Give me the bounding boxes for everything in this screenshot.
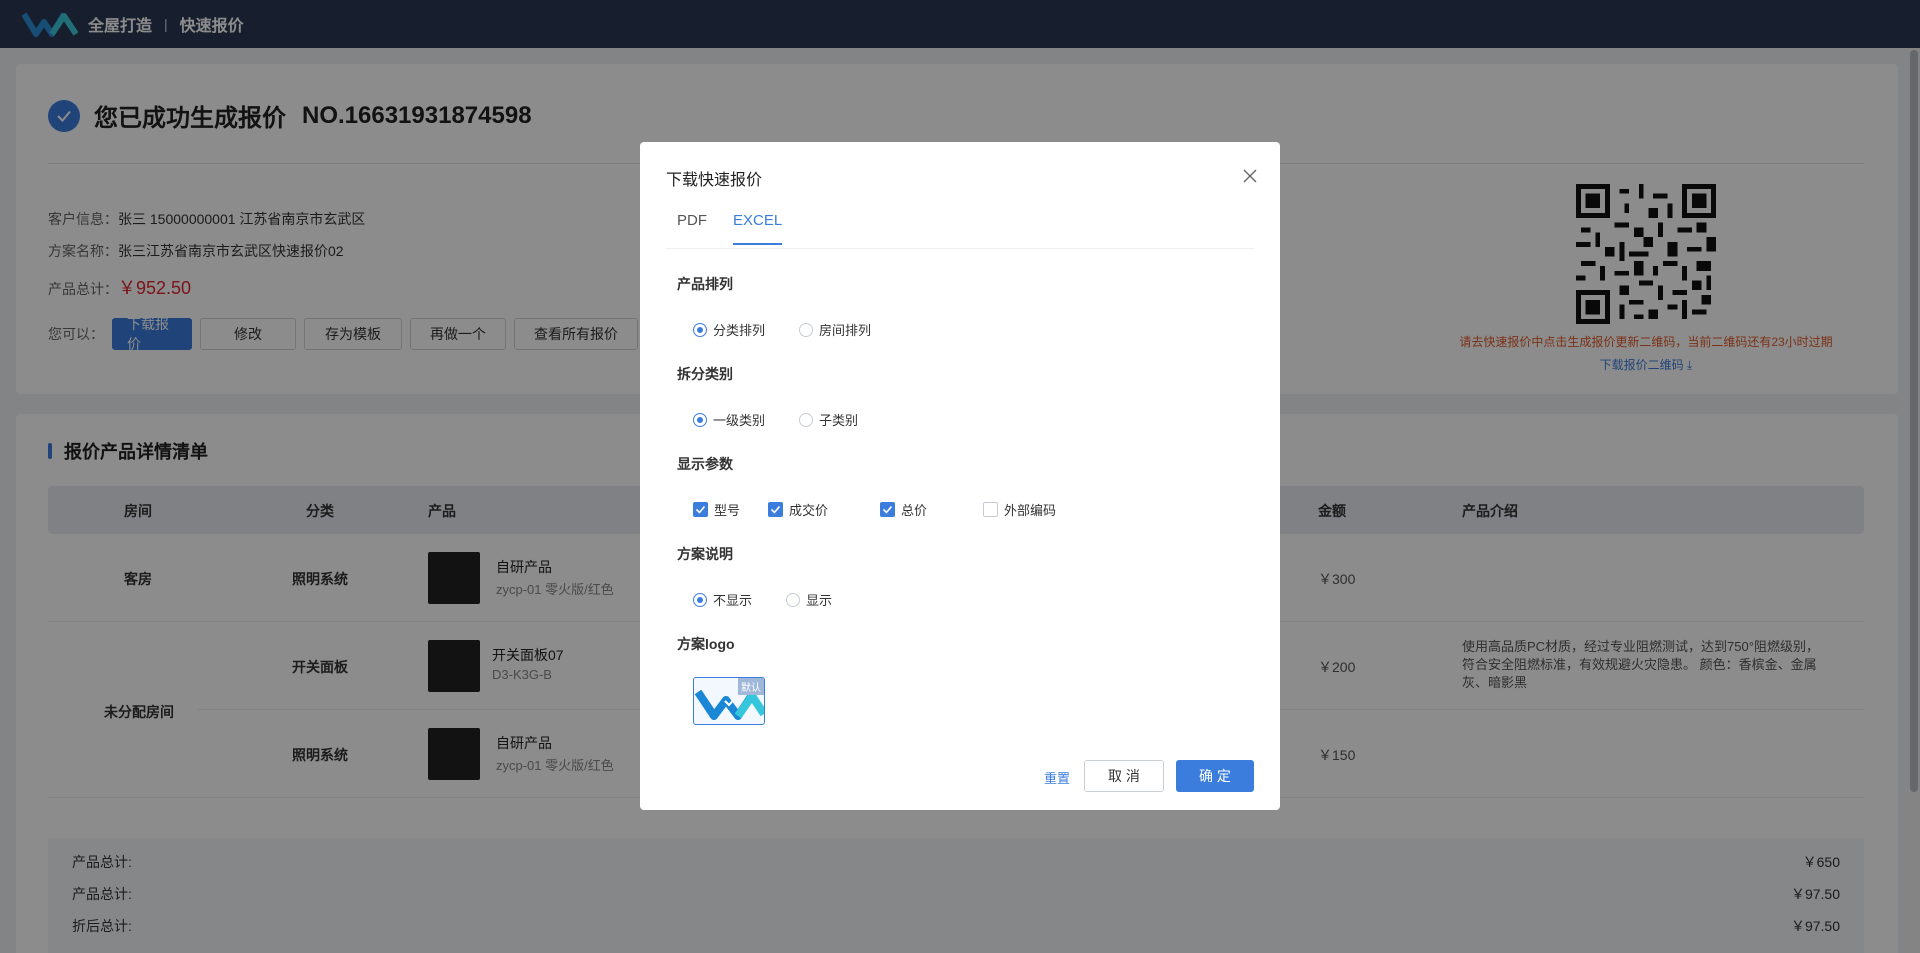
option-label: 房间排列 [819,323,872,338]
tab-pdf[interactable]: PDF [677,212,707,245]
checkbox-box[interactable] [983,502,999,517]
tab-excel[interactable]: EXCEL [733,212,783,245]
checkbox-model[interactable]: 型号 [693,500,740,519]
checkbox-total-price[interactable]: 总价 [880,500,927,519]
radio-desc-show[interactable]: 显示 [786,590,832,609]
split-options: 一级类别 子类别 [693,410,892,429]
radio-desc-hide[interactable]: 不显示 [693,590,752,609]
download-quote-dialog: 下载快速报价 PDF EXCEL 产品排列 分类排列 房间排列 拆分类别 一级类… [640,142,1280,810]
option-label: 成交价 [789,503,829,518]
desc-group-label: 方案说明 [677,546,733,562]
logo-option-default[interactable]: 默认 [693,677,765,725]
check-icon [695,505,706,514]
checkbox-external-code[interactable]: 外部编码 [983,500,1056,519]
radio-dot[interactable] [799,412,814,427]
option-label: 型号 [714,503,741,518]
dialog-title: 下载快速报价 [666,172,763,189]
option-label: 子类别 [819,413,859,428]
params-options: 型号 成交价 总价 外部编码 [693,500,1090,519]
default-badge: 默认 [738,678,764,695]
option-label: 总价 [901,503,928,518]
option-label: 不显示 [713,593,753,608]
option-label: 一级类别 [713,413,766,428]
check-icon [882,505,893,514]
option-label: 分类排列 [713,323,766,338]
logo-group-label: 方案logo [677,636,735,652]
checkbox-box[interactable] [880,502,896,517]
radio-split-level1[interactable]: 一级类别 [693,410,765,429]
sort-options: 分类排列 房间排列 [693,320,905,339]
option-label: 外部编码 [1004,503,1057,518]
check-icon [770,505,781,514]
split-group-label: 拆分类别 [677,366,733,382]
reset-link[interactable]: 重置 [1044,768,1070,787]
radio-dot[interactable] [693,412,707,427]
desc-options: 不显示 显示 [693,590,866,609]
radio-dot[interactable] [786,592,801,607]
params-group-label: 显示参数 [677,456,733,472]
radio-dot[interactable] [693,322,707,337]
option-label: 显示 [806,593,833,608]
radio-sort-room[interactable]: 房间排列 [799,320,871,339]
close-icon[interactable] [1242,168,1258,184]
sort-group-label: 产品排列 [677,276,733,292]
checkbox-deal-price[interactable]: 成交价 [768,500,828,519]
tabs-divider [666,248,1254,249]
checkbox-box[interactable] [693,502,708,517]
format-tabs: PDF EXCEL [677,212,808,245]
confirm-button[interactable]: 确 定 [1176,760,1254,792]
radio-dot[interactable] [799,322,814,337]
radio-sort-category[interactable]: 分类排列 [693,320,765,339]
cancel-button[interactable]: 取 消 [1084,760,1164,792]
radio-split-sub[interactable]: 子类别 [799,410,858,429]
checkbox-box[interactable] [768,502,784,517]
radio-dot[interactable] [693,592,707,607]
